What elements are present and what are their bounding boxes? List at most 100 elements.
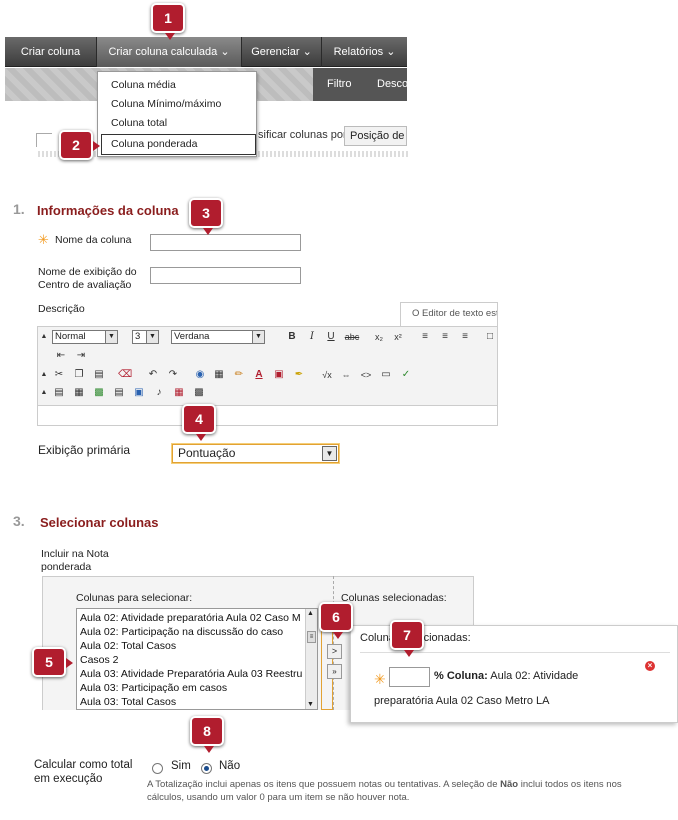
- align-center-icon[interactable]: ≡: [438, 330, 452, 344]
- symbol-icon[interactable]: ▣: [272, 368, 286, 382]
- insert-media-icon[interactable]: ▩: [92, 386, 106, 400]
- editor-toolbar-row-3: ▲ ✂ ❐ ▤ ⌫ ↶ ↷ ◉ ▦ ✏ A ▣ ✒ √x ⇔ <> ▭ ✓: [38, 365, 497, 385]
- move-all-right-button[interactable]: »: [327, 664, 342, 679]
- pencil-icon[interactable]: ✏: [232, 368, 246, 382]
- reports-button[interactable]: Relatórios ⌄: [322, 37, 407, 67]
- scroll-up-icon[interactable]: ▲: [307, 610, 314, 617]
- running-total-yes-radio[interactable]: [152, 763, 163, 774]
- menu-item-minmax-column[interactable]: Coluna Mínimo/máximo: [111, 98, 221, 110]
- copy-icon[interactable]: ❐: [72, 368, 86, 382]
- editor-toolbar-row-2: ⇤ ⇥: [38, 346, 497, 366]
- fullscreen-icon[interactable]: ▭: [379, 368, 393, 382]
- italic-icon[interactable]: I: [305, 330, 319, 344]
- selected-columns-header: Colunas selecionadas:: [341, 592, 447, 604]
- callout-badge-2: 2: [59, 130, 100, 160]
- scroll-down-icon[interactable]: ▼: [307, 701, 314, 708]
- callout-badge-6: 6: [319, 602, 353, 639]
- insert-video-icon[interactable]: ▤: [112, 386, 126, 400]
- double-chevron-right-icon: »: [332, 667, 337, 676]
- include-weighted-label: Incluir na Nota ponderada: [41, 548, 109, 573]
- equation-icon[interactable]: √x: [318, 368, 336, 382]
- undo-icon[interactable]: ↶: [146, 368, 160, 382]
- collapse-icon[interactable]: ▲: [40, 368, 48, 382]
- menu-item-weighted-column[interactable]: Coluna ponderada: [111, 138, 197, 150]
- mashup-icon[interactable]: ▩: [192, 386, 206, 400]
- chevron-right-icon: >: [331, 646, 338, 656]
- menu-item-average-column[interactable]: Coluna média: [111, 79, 176, 91]
- outdent-icon[interactable]: ⇤: [54, 349, 68, 363]
- collapse-icon[interactable]: ▲: [40, 330, 48, 344]
- running-total-yes-label: Sim: [171, 760, 191, 772]
- column-weight-text-cont: preparatória Aula 02 Caso Metro LA: [374, 695, 550, 707]
- bold-icon[interactable]: B: [285, 330, 299, 344]
- strikethrough-icon[interactable]: abc: [343, 330, 361, 344]
- list-item[interactable]: Aula 03: Participação em casos: [80, 682, 227, 694]
- insert-flash-icon[interactable]: ▦: [172, 386, 186, 400]
- size-select[interactable]: 3 ▼: [132, 330, 159, 344]
- chevron-down-icon: ⌄: [302, 46, 312, 58]
- running-total-label: Calcular como total em execução: [34, 759, 133, 785]
- weight-percent-input[interactable]: [389, 667, 430, 687]
- create-calculated-column-button[interactable]: Criar coluna calculada ⌄: [97, 37, 242, 67]
- insert-image-icon[interactable]: ▦: [72, 386, 86, 400]
- underline-icon[interactable]: U: [324, 330, 338, 344]
- list-item[interactable]: Aula 02: Atividade preparatória Aula 02 …: [80, 612, 301, 624]
- link-icon[interactable]: ◉: [193, 368, 207, 382]
- description-label: Descrição: [38, 303, 85, 315]
- available-columns-list[interactable]: Aula 02: Atividade preparatória Aula 02 …: [76, 608, 318, 710]
- search-file-icon[interactable]: ▣: [132, 386, 146, 400]
- sort-select[interactable]: Posição de la: [344, 126, 407, 146]
- editor-text-area[interactable]: [38, 405, 497, 425]
- editor-status-tab: O Editor de texto está: [400, 302, 498, 326]
- running-total-help-text: A Totalização inclui apenas os itens que…: [147, 779, 622, 803]
- document-icon[interactable]: □: [483, 330, 497, 344]
- menu-item-total-column[interactable]: Coluna total: [111, 117, 167, 129]
- align-right-icon[interactable]: ≡: [458, 330, 472, 344]
- collapse-icon[interactable]: ▲: [40, 386, 48, 400]
- text-color-icon[interactable]: A: [252, 368, 266, 382]
- format-select[interactable]: Normal ▼: [52, 330, 118, 344]
- list-item[interactable]: Aula 02: Participação na discussão do ca…: [80, 626, 283, 638]
- list-item[interactable]: Aula 03: Atividade Preparatória Aula 03 …: [80, 668, 302, 680]
- callout-badge-4: 4: [182, 404, 216, 441]
- running-total-no-radio[interactable]: [201, 763, 212, 774]
- indent-icon[interactable]: ⇥: [74, 349, 88, 363]
- section-number-3: 3.: [13, 513, 25, 529]
- list-scrollbar[interactable]: ▲ ≡ ▼: [305, 609, 317, 709]
- remove-column-icon[interactable]: ×: [645, 661, 655, 671]
- create-column-button[interactable]: Criar coluna: [5, 37, 97, 67]
- chevron-down-icon: ▼: [252, 331, 264, 343]
- paste-icon[interactable]: ▤: [92, 368, 106, 382]
- list-item[interactable]: Casos 2: [80, 654, 119, 666]
- redo-icon[interactable]: ↷: [166, 368, 180, 382]
- table-icon[interactable]: ▦: [212, 368, 226, 382]
- discover-button[interactable]: Desco: [377, 78, 407, 90]
- superscript-icon[interactable]: x²: [391, 330, 405, 344]
- insert-audio-icon[interactable]: ♪: [152, 386, 166, 400]
- list-item[interactable]: Aula 03: Total Casos: [80, 696, 176, 708]
- callout-badge-8: 8: [190, 716, 224, 753]
- display-name-input[interactable]: [150, 267, 301, 284]
- attach-file-icon[interactable]: ▤: [52, 386, 66, 400]
- eraser-icon[interactable]: ⌫: [118, 368, 132, 382]
- font-select[interactable]: Verdana ▼: [171, 330, 265, 344]
- cut-icon[interactable]: ✂: [52, 368, 66, 382]
- filter-button[interactable]: Filtro: [327, 78, 351, 90]
- move-right-button[interactable]: >: [327, 644, 342, 659]
- html-code-icon[interactable]: <>: [359, 368, 373, 382]
- chevron-down-icon: ⌄: [386, 46, 396, 58]
- column-name-input[interactable]: [150, 234, 301, 251]
- scroll-thumb[interactable]: ≡: [307, 631, 316, 643]
- sort-label: sificar colunas por:: [258, 129, 350, 141]
- subscript-icon[interactable]: x₂: [372, 330, 386, 344]
- highlight-icon[interactable]: ✒: [292, 368, 306, 382]
- embed-icon[interactable]: ⇔: [339, 368, 353, 382]
- list-item[interactable]: Aula 02: Total Casos: [80, 640, 176, 652]
- manage-button[interactable]: Gerenciar ⌄: [242, 37, 322, 67]
- align-left-icon[interactable]: ≡: [418, 330, 432, 344]
- primary-display-label: Exibição primária: [38, 443, 131, 457]
- spellcheck-icon[interactable]: ✓: [399, 368, 413, 382]
- editor-toolbar-row-4: ▲ ▤ ▦ ▩ ▤ ▣ ♪ ▦ ▩: [38, 383, 497, 403]
- calculated-column-menu: Coluna média Coluna Mínimo/máximo Coluna…: [97, 71, 257, 157]
- primary-display-select[interactable]: Pontuação ▼: [172, 444, 339, 463]
